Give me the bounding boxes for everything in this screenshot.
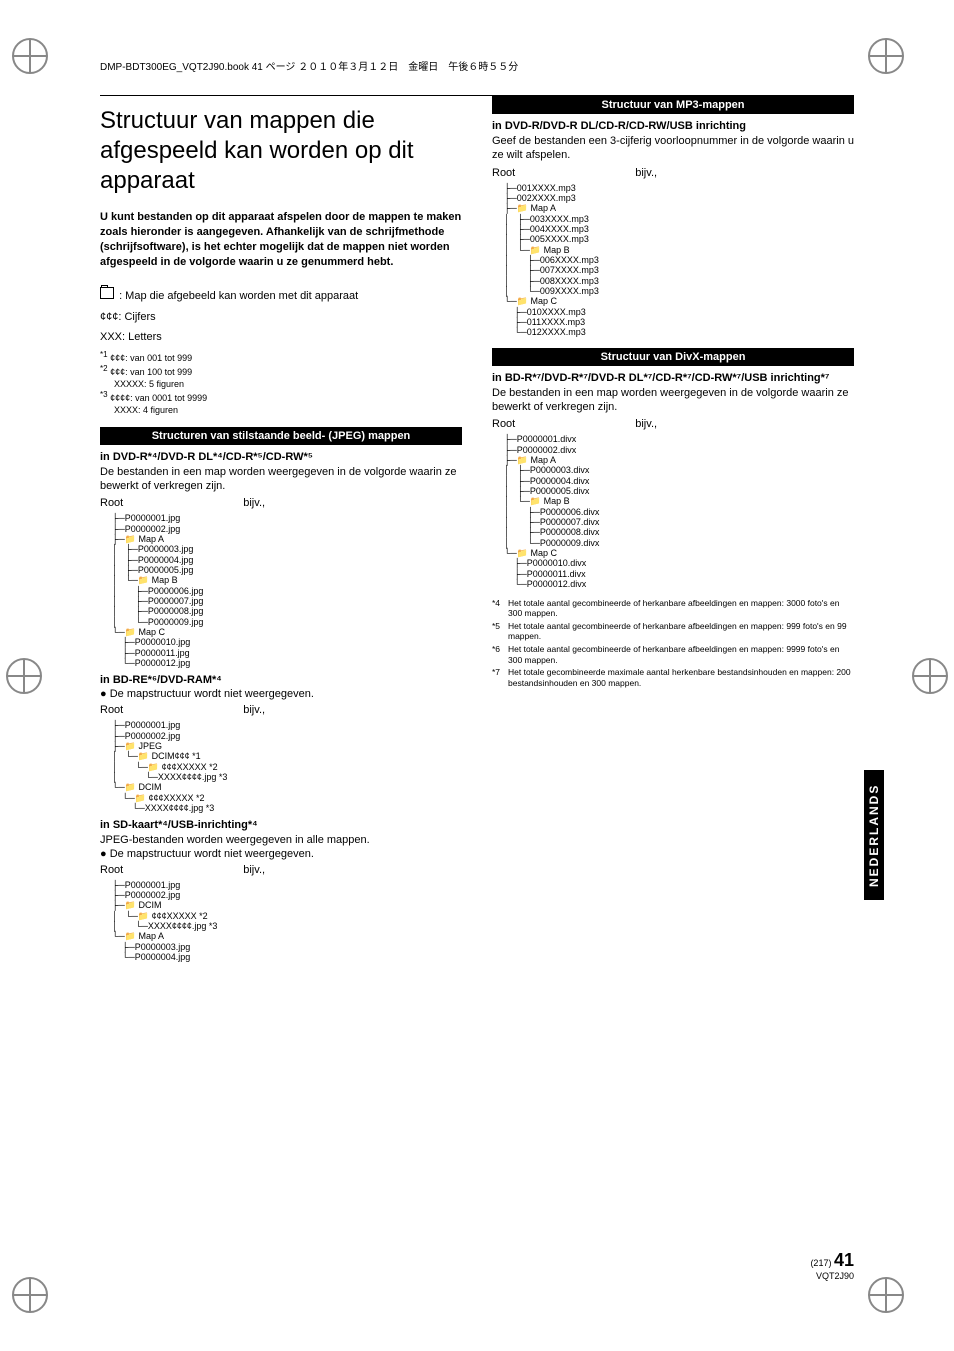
divx-head: in BD-R*⁷/DVD-R*⁷/DVD-R DL*⁷/CD-R*⁷/CD-R… [492,372,854,384]
legend-n2: *2 ¢¢¢: van 100 tot 999 [100,364,462,378]
registration-mark [12,38,48,74]
legend-stars: ¢¢¢: Cijfers [100,309,462,326]
jpeg1-body: De bestanden in een map worden weergegev… [100,465,462,494]
mp3-body: Geef de bestanden een 3-cijferig voorloo… [492,134,854,163]
legend-n1: *1 ¢¢¢: van 001 tot 999 [100,350,462,364]
mp3-head: in DVD-R/DVD-R DL/CD-R/CD-RW/USB inricht… [492,120,854,132]
root-bijv-5: Root bijv., [492,418,854,430]
page: DMP-BDT300EG_VQT2J90.book 41 ページ ２０１０年３月… [0,0,954,1351]
language-tab: NEDERLANDS [864,770,884,900]
bdre-body: ● De mapstructuur wordt niet weergegeven… [100,688,462,700]
page-paren: (217) [810,1258,831,1268]
tree-jpeg1: ├─P0000001.jpg ├─P0000002.jpg ├─📁 Map A … [112,513,462,668]
registration-mark [12,1277,48,1313]
registration-mark [868,38,904,74]
jpeg1-head: in DVD-R*⁴/DVD-R DL*⁴/CD-R*⁵/CD-RW*⁵ [100,451,462,463]
sd-body1: JPEG-bestanden worden weergegeven in all… [100,833,462,847]
divx-body: De bestanden in een map worden weergegev… [492,386,854,415]
tree-sd: ├─P0000001.jpg ├─P0000002.jpg ├─📁 DCIM │… [112,880,462,963]
root-bijv-4: Root bijv., [492,167,854,179]
registration-mark [912,658,948,694]
content-columns: Structuur van mappen die afgespeeld kan … [100,96,854,968]
page-title: Structuur van mappen die afgespeeld kan … [100,106,462,196]
root-bijv-2: Root bijv., [100,704,462,716]
tree-bdre: ├─P0000001.jpg ├─P0000002.jpg ├─📁 JPEG │… [112,720,462,813]
bar-jpeg: Structuren van stilstaande beeld- (JPEG)… [100,427,462,445]
footnotes: *4Het totale aantal gecombineerde of her… [492,598,854,689]
folder-icon [100,287,114,299]
page-header: DMP-BDT300EG_VQT2J90.book 41 ページ ２０１０年３月… [100,58,854,77]
right-column: Structuur van MP3-mappen in DVD-R/DVD-R … [492,96,854,968]
root-bijv-3: Root bijv., [100,864,462,876]
legend-n3: *3 ¢¢¢¢: van 0001 tot 9999 [100,390,462,404]
page-number-block: (217) 41 VQT2J90 [810,1250,854,1281]
root-bijv-1: Root bijv., [100,497,462,509]
bar-mp3: Structuur van MP3-mappen [492,96,854,114]
legend-folder-text: : Map die afgebeeld kan worden met dit a… [119,290,358,302]
bdre-head: in BD-RE*⁶/DVD-RAM*⁴ [100,674,462,686]
legend-folder: : Map die afgebeeld kan worden met dit a… [100,287,462,305]
bar-divx: Structuur van DivX-mappen [492,348,854,366]
left-column: Structuur van mappen die afgespeeld kan … [100,96,462,968]
page-num: 41 [834,1250,854,1270]
sd-head: in SD-kaart*⁴/USB-inrichting*⁴ [100,819,462,831]
sd-body2: ● De mapstructuur wordt niet weergegeven… [100,848,462,860]
page-code: VQT2J90 [816,1271,854,1281]
legend-n3b: XXXX: 4 figuren [114,404,462,416]
intro-paragraph: U kunt bestanden op dit apparaat afspele… [100,210,462,269]
legend-xxx: XXX: Letters [100,329,462,346]
tree-divx: ├─P0000001.divx ├─P0000002.divx ├─📁 Map … [504,434,854,589]
tree-mp3: ├─001XXXX.mp3 ├─002XXXX.mp3 ├─📁 Map A │ … [504,183,854,338]
registration-mark [6,658,42,694]
legend-n2b: XXXXX: 5 figuren [114,378,462,390]
registration-mark [868,1277,904,1313]
